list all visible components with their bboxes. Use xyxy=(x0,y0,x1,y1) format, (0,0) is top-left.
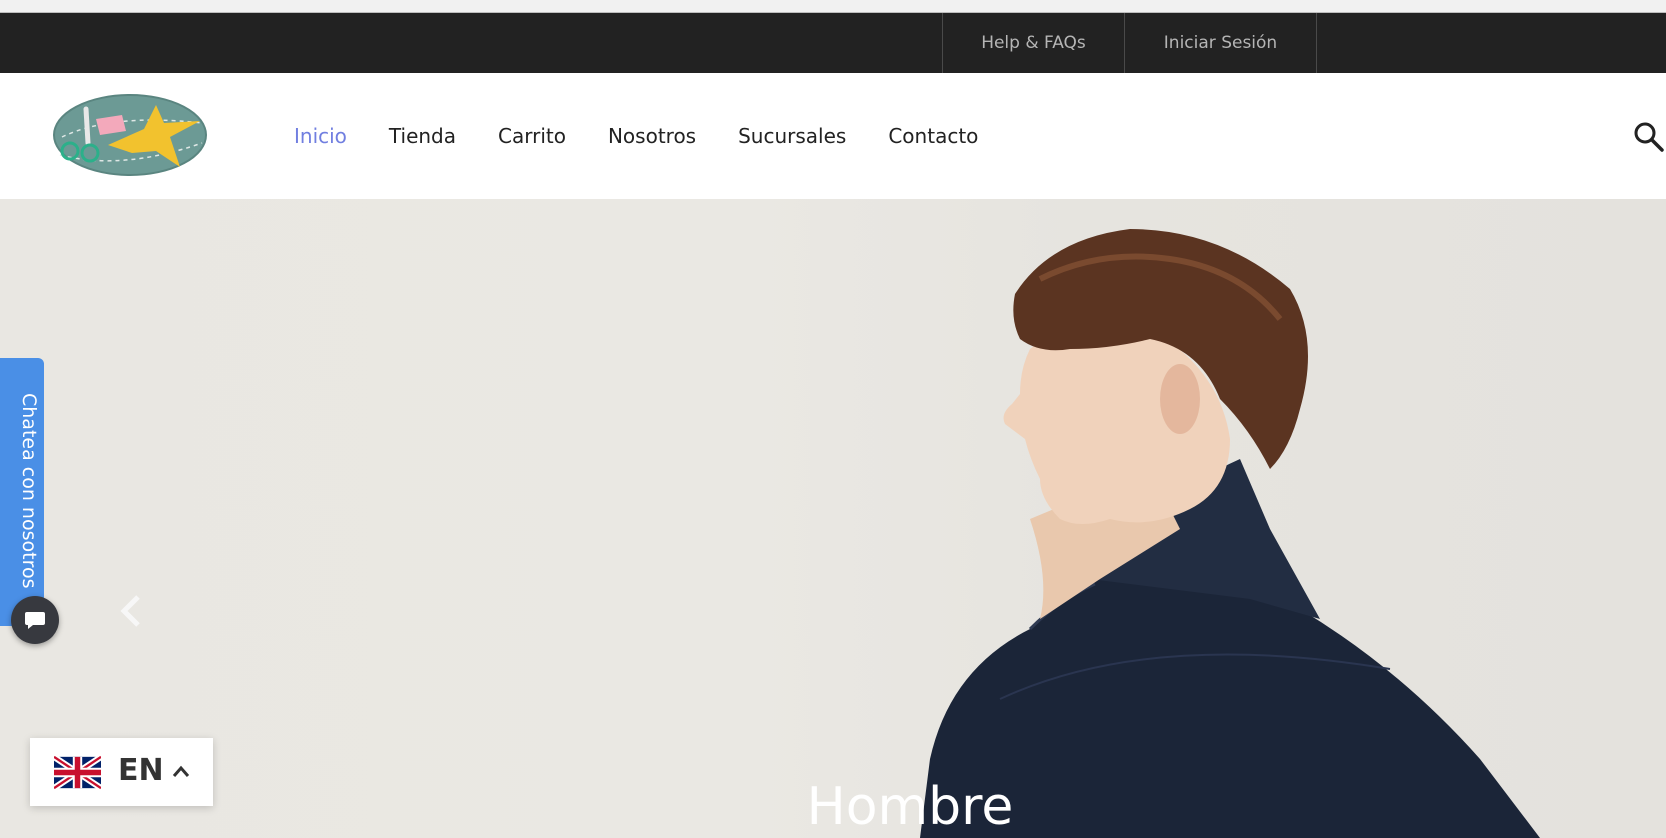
language-code: EN xyxy=(118,753,164,788)
nav-item-carrito[interactable]: Carrito xyxy=(498,124,566,148)
top-bar: Help & FAQs Iniciar Sesión xyxy=(0,13,1666,73)
uk-flag-icon xyxy=(54,754,101,791)
nav-item-sucursales[interactable]: Sucursales xyxy=(738,124,846,148)
nav-item-nosotros[interactable]: Nosotros xyxy=(608,124,696,148)
hero-title: Hombre xyxy=(806,777,1014,837)
chevron-up-icon xyxy=(172,765,190,777)
site-header: Inicio Tienda Carrito Nosotros Sucursale… xyxy=(0,73,1666,199)
nav-item-contacto[interactable]: Contacto xyxy=(888,124,978,148)
site-logo[interactable] xyxy=(52,93,212,177)
chevron-left-icon[interactable] xyxy=(116,591,146,631)
language-switcher[interactable]: EN xyxy=(30,738,213,806)
hero-slider: Hombre xyxy=(0,199,1666,838)
browser-edge xyxy=(0,0,1666,13)
nav-item-inicio[interactable]: Inicio xyxy=(294,124,347,148)
chat-tab-label: Chatea con nosotros xyxy=(18,393,40,589)
nav-item-tienda[interactable]: Tienda xyxy=(389,124,456,148)
chat-button[interactable] xyxy=(11,596,59,644)
chat-bubble-icon xyxy=(25,612,45,629)
login-link[interactable]: Iniciar Sesión xyxy=(1124,13,1317,73)
chat-tab[interactable]: Chatea con nosotros xyxy=(0,358,44,626)
main-nav: Inicio Tienda Carrito Nosotros Sucursale… xyxy=(294,73,1020,199)
hero-image xyxy=(920,229,1540,838)
search-icon[interactable] xyxy=(1633,121,1665,153)
help-faqs-link[interactable]: Help & FAQs xyxy=(942,13,1124,73)
